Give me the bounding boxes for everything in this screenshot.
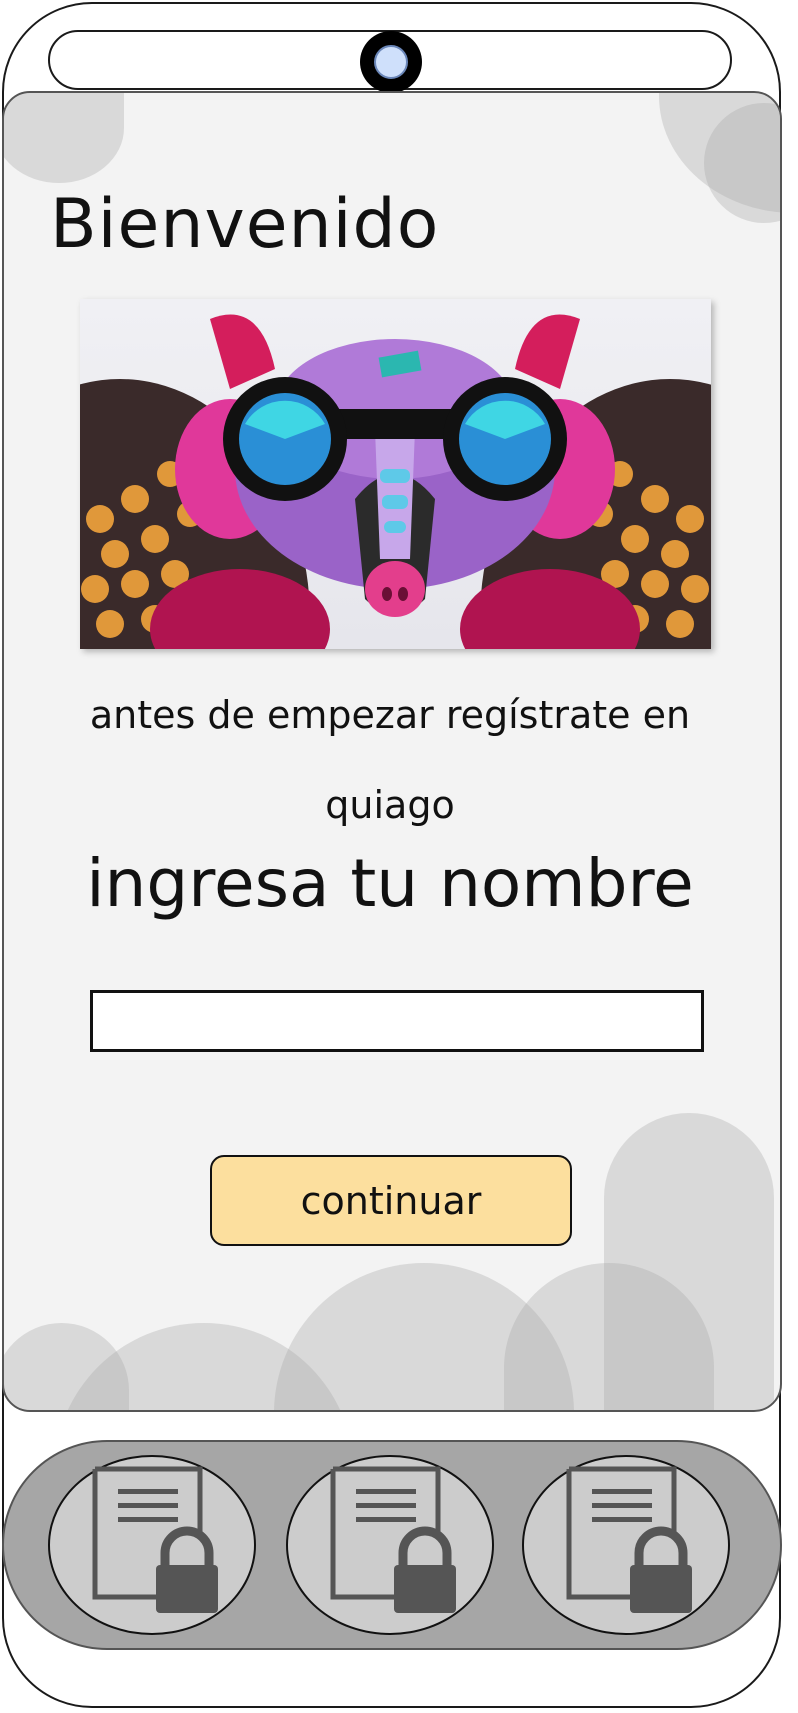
nav-button-locked-document-2[interactable] (286, 1455, 494, 1635)
locked-document-icon (92, 1466, 218, 1613)
decorative-blob (4, 1323, 129, 1410)
armadillo-hero-image (80, 299, 711, 649)
nav-button-locked-document-3[interactable] (522, 1455, 730, 1635)
name-prompt-label: ingresa tu nombre (86, 845, 694, 922)
locked-document-icon (330, 1466, 456, 1613)
locked-document-icon (566, 1466, 692, 1613)
page-title: Bienvenido (50, 185, 440, 264)
registration-message: antes de empezar regístrate en quiago (89, 693, 691, 827)
continue-button[interactable]: continuar (210, 1155, 572, 1246)
nav-button-locked-document-1[interactable] (48, 1455, 256, 1635)
camera-icon (360, 31, 422, 93)
name-input[interactable] (90, 990, 704, 1052)
decorative-blob (4, 93, 124, 183)
